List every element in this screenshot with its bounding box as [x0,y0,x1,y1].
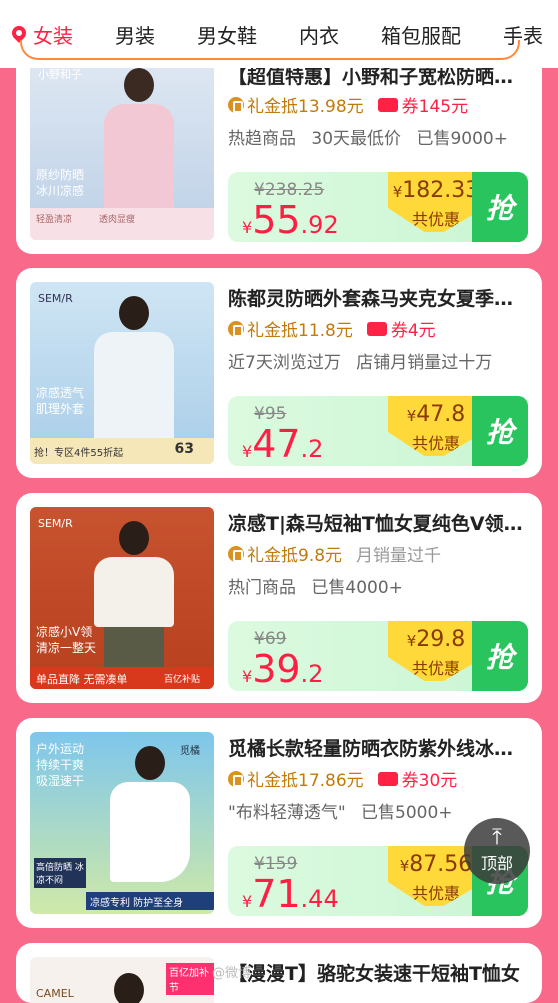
brand-logo: SEM/R [38,292,73,305]
current-price: ¥47.2 [242,422,324,466]
promo-strip: 抢！专区4件55折起 63 [30,438,214,464]
product-image[interactable]: CAMEL 百亿加补节 [30,957,214,1003]
product-card[interactable]: SEM/R 凉感小V领 清凉一整天 单品直降 无需凑单 百亿补贴 凉感T|森马短… [16,493,542,703]
monthly-sales-tag: 月销量过千 [356,546,442,566]
total-discount-badge: ¥47.8 共优惠 [388,396,484,456]
image-caption-2: 肌理外套 [36,402,85,416]
model-figure [94,521,174,671]
product-image[interactable]: 觅橘 户外运动 持续干爽 吸湿速干 高倍防晒 冰凉不闷 凉感专利 防护至全身 [30,732,214,914]
current-price: ¥55.92 [242,198,339,242]
grab-button[interactable]: 抢 [472,172,528,242]
discount-tags: 礼金抵17.86元 券30元 [228,766,457,791]
coin-icon [228,545,244,562]
coin-icon [228,770,244,787]
image-caption-3: 吸湿速干 [36,774,85,788]
gift-money-tag: 礼金抵13.98元 [228,92,364,117]
image-caption-2: 冰川凉感 [36,184,85,198]
image-caption-2: 清凉一整天 [36,641,97,655]
product-title[interactable]: 凉感T|森马短袖T恤女夏纯色V领上衣 [228,509,528,536]
discount-tags: 礼金抵11.8元 券4元 [228,316,436,341]
arrow-up-icon: ⤒ [492,825,502,850]
product-highlights: "布料轻薄透气" 已售5000+ [228,803,453,823]
model-figure [110,746,190,896]
discount-tags: 礼金抵13.98元 券145元 [228,92,468,117]
ticket-icon [366,321,387,336]
product-title[interactable]: 【漫漫T】骆驼女装速干短袖T恤女 [228,959,528,986]
product-card[interactable]: SEM/R 凉感透气 肌理外套 抢！专区4件55折起 63 陈都灵防晒外套森马夹… [16,268,542,478]
original-price: ¥95 [254,404,287,424]
product-highlights: 热趋商品 30天最低价 已售9000+ [228,129,508,149]
price-panel[interactable]: ¥95 ¥47.2 ¥47.8 共优惠 抢 [228,396,528,466]
original-price: ¥238.25 [254,180,325,200]
brand-logo: CAMEL [36,987,74,1000]
back-to-top-button[interactable]: ⤒ 顶部 [464,818,530,884]
image-caption-1: 凉感透气 [36,386,85,400]
model-figure [94,296,174,446]
price-panel[interactable]: ¥69 ¥39.2 ¥29.8 共优惠 抢 [228,621,528,691]
product-highlights: 热门商品 已售4000+ [228,578,403,598]
model-figure [114,973,144,1003]
coin-icon [228,320,244,337]
brand-logo: 小野和子 [38,68,82,81]
product-card[interactable]: CAMEL 百亿加补节 【漫漫T】骆驼女装速干短袖T恤女 [16,943,542,1003]
ticket-icon [377,97,398,112]
image-footer: 轻盈清凉 透肉显瘦 [30,208,214,240]
product-card[interactable]: 小野和子 原纱防晒 冰川凉感 轻盈清凉 透肉显瘦 【超值特惠】小野和子宽松防晒外… [16,36,542,254]
coupon-tag: 券30元 [377,766,457,791]
product-image[interactable]: 小野和子 原纱防晒 冰川凉感 轻盈清凉 透肉显瘦 [30,58,214,240]
ticket-icon [377,771,398,786]
total-discount-badge: ¥182.33 共优惠 [388,172,484,232]
promo-strip: 凉感专利 防护至全身 [86,892,214,910]
product-title[interactable]: 觅橘长款轻量防晒衣防紫外线冰丝外套 [228,734,528,761]
promo-strip: 单品直降 无需凑单 百亿补贴 [30,667,214,689]
product-image[interactable]: SEM/R 凉感小V领 清凉一整天 单品直降 无需凑单 百亿补贴 [30,507,214,689]
coin-icon [228,96,244,113]
total-discount-badge: ¥29.8 共优惠 [388,621,484,681]
search-bar-edge [20,40,520,60]
image-caption-1: 户外运动 [36,742,85,756]
product-card[interactable]: 觅橘 户外运动 持续干爽 吸湿速干 高倍防晒 冰凉不闷 凉感专利 防护至全身 觅… [16,718,542,928]
coupon-tag: 券4元 [366,316,436,341]
promo-badge: 百亿加补节 [166,963,214,995]
coupon-tag: 券145元 [377,92,468,117]
brand-logo: SEM/R [38,517,73,530]
image-caption-1: 原纱防晒 [36,168,85,182]
side-caption: 高倍防晒 冰凉不闷 [34,858,86,888]
image-caption-2: 持续干爽 [36,758,85,772]
image-caption-1: 凉感小V领 [36,625,93,639]
original-price: ¥69 [254,629,287,649]
gift-money-tag: 礼金抵17.86元 [228,766,364,791]
grab-button[interactable]: 抢 [472,621,528,691]
product-highlights: 近7天浏览过万 店铺月销量过十万 [228,353,493,373]
gift-money-tag: 礼金抵11.8元 [228,316,353,341]
current-price: ¥39.2 [242,647,324,691]
discount-tags: 礼金抵9.8元 月销量过千 [228,541,441,566]
watermark: @微博 [212,966,252,981]
gift-money-tag: 礼金抵9.8元 [228,541,342,566]
grab-button[interactable]: 抢 [472,396,528,466]
model-figure [104,68,174,218]
price-panel[interactable]: ¥238.25 ¥55.92 ¥182.33 共优惠 抢 [228,172,528,242]
product-image[interactable]: SEM/R 凉感透气 肌理外套 抢！专区4件55折起 63 [30,282,214,464]
original-price: ¥159 [254,854,298,874]
product-title[interactable]: 陈都灵防晒外套森马夹克女夏季新款 [228,284,528,311]
current-price: ¥71.44 [242,872,339,916]
